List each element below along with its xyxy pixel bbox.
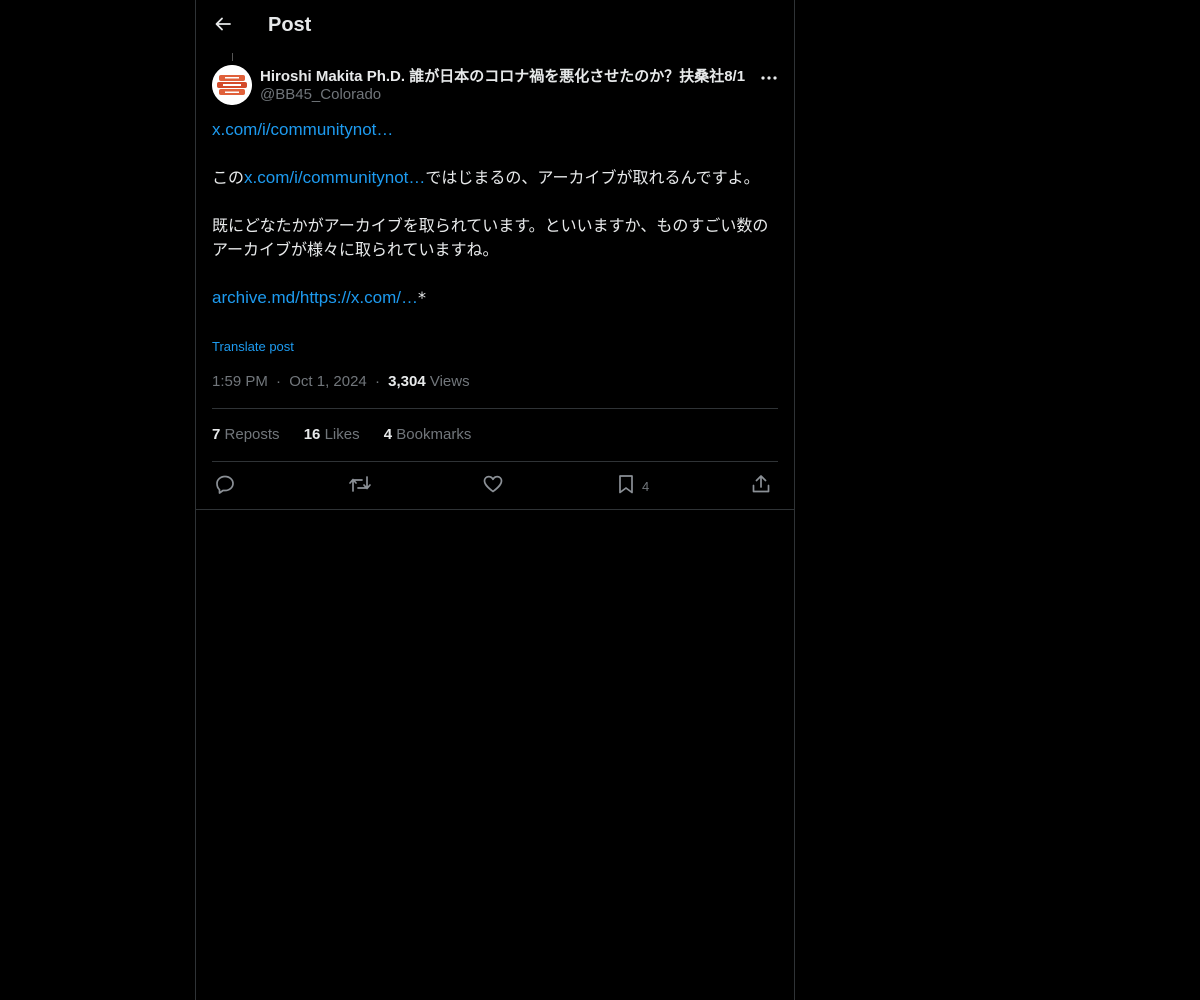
action-bar: 4	[212, 472, 778, 500]
back-button[interactable]	[208, 11, 238, 41]
meta-separator: ·	[374, 373, 380, 390]
avatar[interactable]	[212, 65, 252, 105]
bookmarks-label: Bookmarks	[396, 426, 472, 443]
reposts-stat[interactable]: 7 Reposts	[212, 426, 280, 443]
like-button[interactable]	[482, 472, 504, 500]
likes-count: 16	[303, 426, 321, 443]
share-button[interactable]	[750, 472, 772, 500]
views-count: 3,304	[388, 373, 426, 390]
divider	[212, 408, 778, 409]
bookmark-button[interactable]: 4	[616, 472, 649, 500]
share-icon	[750, 473, 772, 499]
more-horizontal-icon	[761, 66, 777, 85]
reply-icon	[214, 473, 236, 499]
page-header: Post	[196, 0, 794, 53]
author-display-name[interactable]: Hiroshi Makita Ph.D. 誰が日本のコロナ禍を悪化させたのか？扶…	[260, 65, 745, 86]
reposts-label: Reposts	[224, 426, 280, 443]
bookmark-icon	[616, 473, 636, 499]
post-bottom-border	[196, 509, 794, 510]
page-title: Post	[268, 14, 312, 36]
post-stats: 7 Reposts 16 Likes 4 Bookmarks	[212, 426, 491, 443]
likes-stat[interactable]: 16 Likes	[304, 426, 360, 443]
reposts-count: 7	[212, 426, 221, 443]
post-link-community-notes[interactable]: x.com/i/communitynot…	[212, 120, 393, 139]
bookmarks-stat[interactable]: 4 Bookmarks	[384, 426, 472, 443]
translate-post-link[interactable]: Translate post	[212, 339, 294, 354]
post-text-prefix: この	[212, 168, 245, 187]
thread-connector	[232, 53, 233, 61]
post-body: x.com/i/communitynot… このx.com/i/communit…	[212, 118, 778, 310]
views-label: Views	[429, 373, 470, 390]
post-inline-link[interactable]: x.com/i/communitynot…	[244, 168, 425, 187]
likes-label: Likes	[324, 426, 360, 443]
post-link-suffix: *	[417, 288, 426, 307]
post-meta: 1:59 PM · Oct 1, 2024 · 3,304 Views	[212, 373, 470, 390]
post-text-paragraph: 既にどなたかがアーカイブを取られています。といいますか、ものすごい数のアーカイブ…	[212, 216, 769, 259]
post-link-archive[interactable]: archive.md/https://x.com/…	[212, 288, 418, 307]
meta-separator: ·	[276, 373, 282, 390]
arrow-left-icon	[213, 14, 233, 38]
reply-button[interactable]	[214, 472, 236, 500]
divider	[212, 461, 778, 462]
post-text-suffix: ではじまるの、アーカイブが取れるんですよ。	[425, 168, 760, 187]
post-time[interactable]: 1:59 PM	[212, 373, 268, 390]
more-button[interactable]	[758, 64, 780, 86]
post-date[interactable]: Oct 1, 2024	[289, 373, 367, 390]
repost-button[interactable]	[348, 472, 372, 500]
heart-icon	[482, 473, 504, 499]
bookmarks-count: 4	[383, 426, 393, 443]
author-handle[interactable]: @BB45_Colorado	[260, 86, 381, 103]
bookmark-count: 4	[642, 478, 650, 494]
repost-icon	[348, 473, 372, 499]
post-column: Post Hiroshi Makita Ph.D. 誰が日本のコロナ禍を悪化させ…	[195, 0, 795, 1000]
